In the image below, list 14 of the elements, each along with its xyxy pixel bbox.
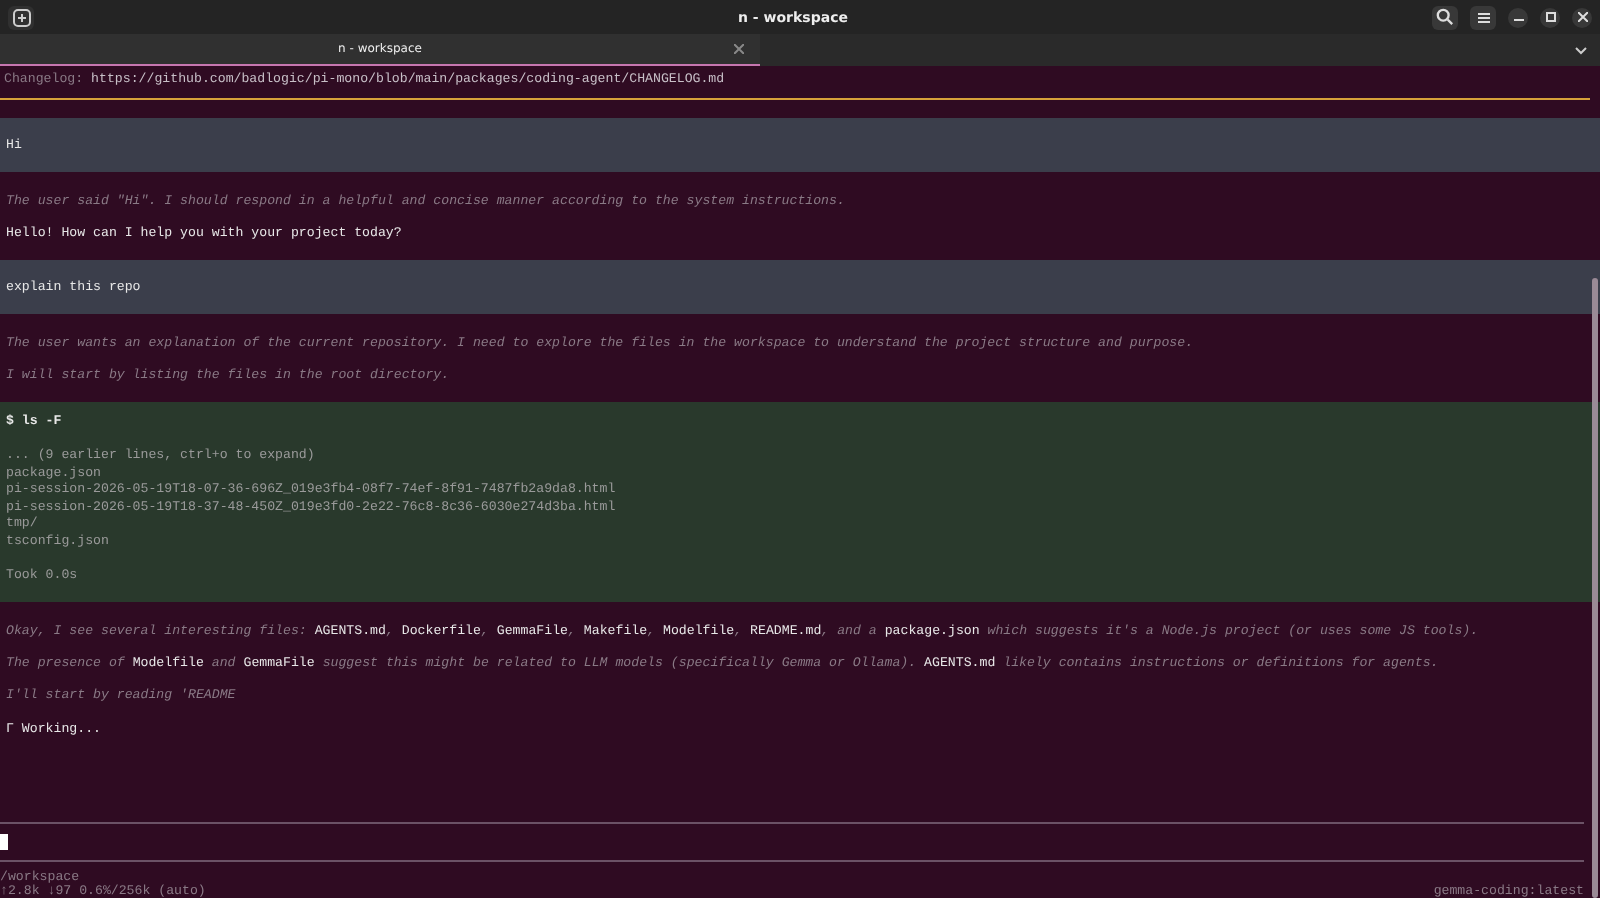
- plus-icon: [11, 7, 31, 27]
- search-icon: [1436, 8, 1454, 26]
- close-button[interactable]: [1572, 7, 1592, 27]
- minimize-button[interactable]: [1508, 7, 1528, 27]
- maximize-icon: [1545, 12, 1555, 22]
- scrollbar[interactable]: [1592, 278, 1598, 898]
- maximize-button[interactable]: [1540, 7, 1560, 27]
- menu-icon: [1475, 9, 1491, 25]
- search-button[interactable]: [1432, 5, 1458, 29]
- close-icon: [1577, 12, 1587, 22]
- new-tab-button[interactable]: [8, 5, 34, 29]
- chevron-down-icon: [1574, 45, 1588, 55]
- menu-button[interactable]: [1470, 5, 1496, 29]
- close-icon: [734, 44, 744, 54]
